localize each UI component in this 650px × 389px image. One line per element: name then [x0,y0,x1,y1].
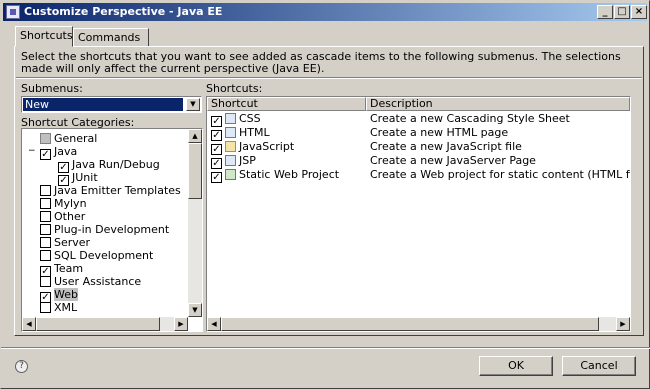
checkbox-icon[interactable] [40,185,51,196]
table-horizontal-scrollbar[interactable]: ◀ ▶ [207,317,630,331]
tree-item-java-run-debug[interactable]: ✓ Java Run/Debug [58,158,160,173]
scroll-left-icon[interactable]: ◀ [207,317,221,331]
tree-item-server[interactable]: Server [40,236,90,249]
tree-item-junit[interactable]: ✓ JUnit [58,171,98,186]
checkbox-icon[interactable]: ✓ [40,149,51,160]
checkbox-icon[interactable]: ✓ [211,172,222,183]
row-description: Create a new HTML page [370,126,509,139]
tree-item-team[interactable]: ✓ Team [40,262,83,277]
submenus-selected-value: New [23,98,183,111]
table-row[interactable]: ✓ JSP Create a new JavaServer Page [207,154,630,169]
javascript-file-icon [225,141,236,152]
css-file-icon [225,113,236,124]
scroll-down-icon[interactable]: ▼ [188,303,202,317]
window-icon [6,5,20,19]
ok-button[interactable]: OK [479,356,553,376]
maximize-button[interactable]: □ [614,5,630,19]
shortcut-categories-tree[interactable]: General − ✓ Java ✓ Java Run/Debug ✓ JUnit J… [21,128,203,332]
chevron-down-icon[interactable]: ▼ [186,98,200,111]
scroll-thumb[interactable] [188,143,202,199]
tree-item-plug-in-development[interactable]: Plug-in Development [40,223,169,236]
checkbox-icon[interactable] [40,224,51,235]
row-description: Create a Web project for static content … [370,168,630,181]
tree-item-java[interactable]: ✓ Java [40,145,77,160]
help-icon[interactable]: ? [15,360,28,373]
checkbox-icon[interactable] [40,198,51,209]
table-row[interactable]: ✓ JavaScript Create a new JavaScript file [207,140,630,155]
footer-divider [1,347,650,349]
instructions-text: Select the shortcuts that you want to se… [21,50,621,75]
shortcuts-label: Shortcuts: [206,82,263,95]
table-row[interactable]: ✓ Static Web Project Create a Web project… [207,168,630,183]
column-header-description[interactable]: Description [366,97,630,111]
window-title: Customize Perspective - Java EE [24,5,223,18]
checkbox-icon[interactable] [40,276,51,287]
checkbox-icon[interactable] [40,302,51,313]
jsp-file-icon [225,155,236,166]
checkbox-icon[interactable] [40,237,51,248]
divider [16,77,642,79]
scroll-thumb[interactable] [36,317,160,331]
tab-shortcuts[interactable]: Shortcuts [15,26,73,47]
tab-commands[interactable]: Commands [73,28,149,47]
tree-item-other[interactable]: Other [40,210,85,223]
tree-item-general[interactable]: General [40,132,97,145]
tree-item-xml[interactable]: XML [40,301,77,314]
row-description: Create a new JavaServer Page [370,154,536,167]
tree-item-sql-development[interactable]: SQL Development [40,249,153,262]
scroll-thumb[interactable] [221,317,599,331]
table-row[interactable]: ✓ CSS Create a new Cascading Style Sheet [207,112,630,127]
submenus-dropdown[interactable]: New ▼ [21,96,202,113]
tree-item-web[interactable]: ✓ Web [40,288,78,303]
submenus-label: Submenus: [21,82,83,95]
row-description: Create a new Cascading Style Sheet [370,112,570,125]
tree-horizontal-scrollbar[interactable]: ◀ ▶ [22,317,188,331]
scroll-right-icon[interactable]: ▶ [616,317,630,331]
checkbox-icon[interactable] [40,211,51,222]
title-bar[interactable]: Customize Perspective - Java EE _ □ × [3,3,647,21]
cancel-button[interactable]: Cancel [562,356,636,376]
table-row[interactable]: ✓ HTML Create a new HTML page [207,126,630,141]
scroll-left-icon[interactable]: ◀ [22,317,36,331]
html-file-icon [225,127,236,138]
collapse-icon[interactable]: − [28,146,36,156]
minimize-button[interactable]: _ [597,5,613,19]
web-project-icon [225,169,236,180]
shortcuts-table[interactable]: Shortcut Description ✓ CSS Create a new C… [206,96,631,332]
column-header-shortcut[interactable]: Shortcut [207,97,366,111]
checkbox-icon[interactable] [40,133,51,144]
checkbox-icon[interactable] [40,250,51,261]
close-button[interactable]: × [631,5,647,19]
row-description: Create a new JavaScript file [370,140,522,153]
scroll-right-icon[interactable]: ▶ [174,317,188,331]
tree-vertical-scrollbar[interactable]: ▲ ▼ [188,129,202,317]
scroll-up-icon[interactable]: ▲ [188,129,202,143]
tree-item-mylyn[interactable]: Mylyn [40,197,87,210]
tree-item-user-assistance[interactable]: User Assistance [40,275,141,288]
customize-perspective-dialog: Customize Perspective - Java EE _ □ × Sh… [0,0,650,389]
tree-item-java-emitter-templates[interactable]: Java Emitter Templates [40,184,181,197]
